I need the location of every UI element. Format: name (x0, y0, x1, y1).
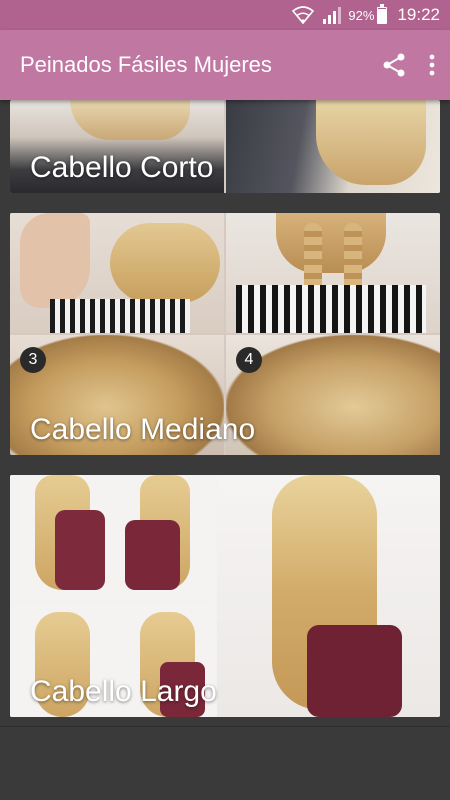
category-card-long-hair[interactable]: Cabello Largo (10, 475, 440, 717)
category-label: Cabello Corto (30, 151, 214, 184)
app-title: Peinados Fásiles Mujeres (20, 52, 272, 77)
step-badge: 4 (236, 347, 262, 373)
bottom-area (0, 726, 450, 800)
long-hair-photo-main (217, 475, 440, 717)
short-hair-photo-right (226, 100, 440, 193)
status-bar: 92% 19:22 (0, 0, 450, 30)
medium-hair-photo-1 (10, 213, 224, 333)
category-list: Cabello Corto 3 4 Cabello Mediano Cabell… (0, 100, 450, 800)
step-badge: 3 (20, 347, 46, 373)
medium-hair-photo-4: 4 (226, 335, 440, 455)
more-options-button[interactable] (420, 43, 444, 87)
wifi-icon (292, 6, 315, 24)
battery-percent: 92% (348, 7, 375, 23)
category-label: Cabello Mediano (30, 413, 256, 446)
long-hair-photo-1 (10, 475, 215, 600)
category-card-medium-hair[interactable]: 3 4 Cabello Mediano (10, 213, 440, 455)
app-bar: Peinados Fásiles Mujeres (0, 30, 450, 100)
medium-hair-photo-2 (226, 213, 440, 333)
battery-icon (377, 3, 388, 24)
clock: 19:22 (397, 5, 440, 24)
category-label: Cabello Largo (30, 675, 217, 708)
share-icon (383, 53, 405, 77)
category-card-short-hair[interactable]: Cabello Corto (10, 100, 440, 193)
share-button[interactable] (372, 43, 416, 87)
signal-icon (323, 7, 342, 24)
more-vertical-icon (429, 54, 435, 76)
